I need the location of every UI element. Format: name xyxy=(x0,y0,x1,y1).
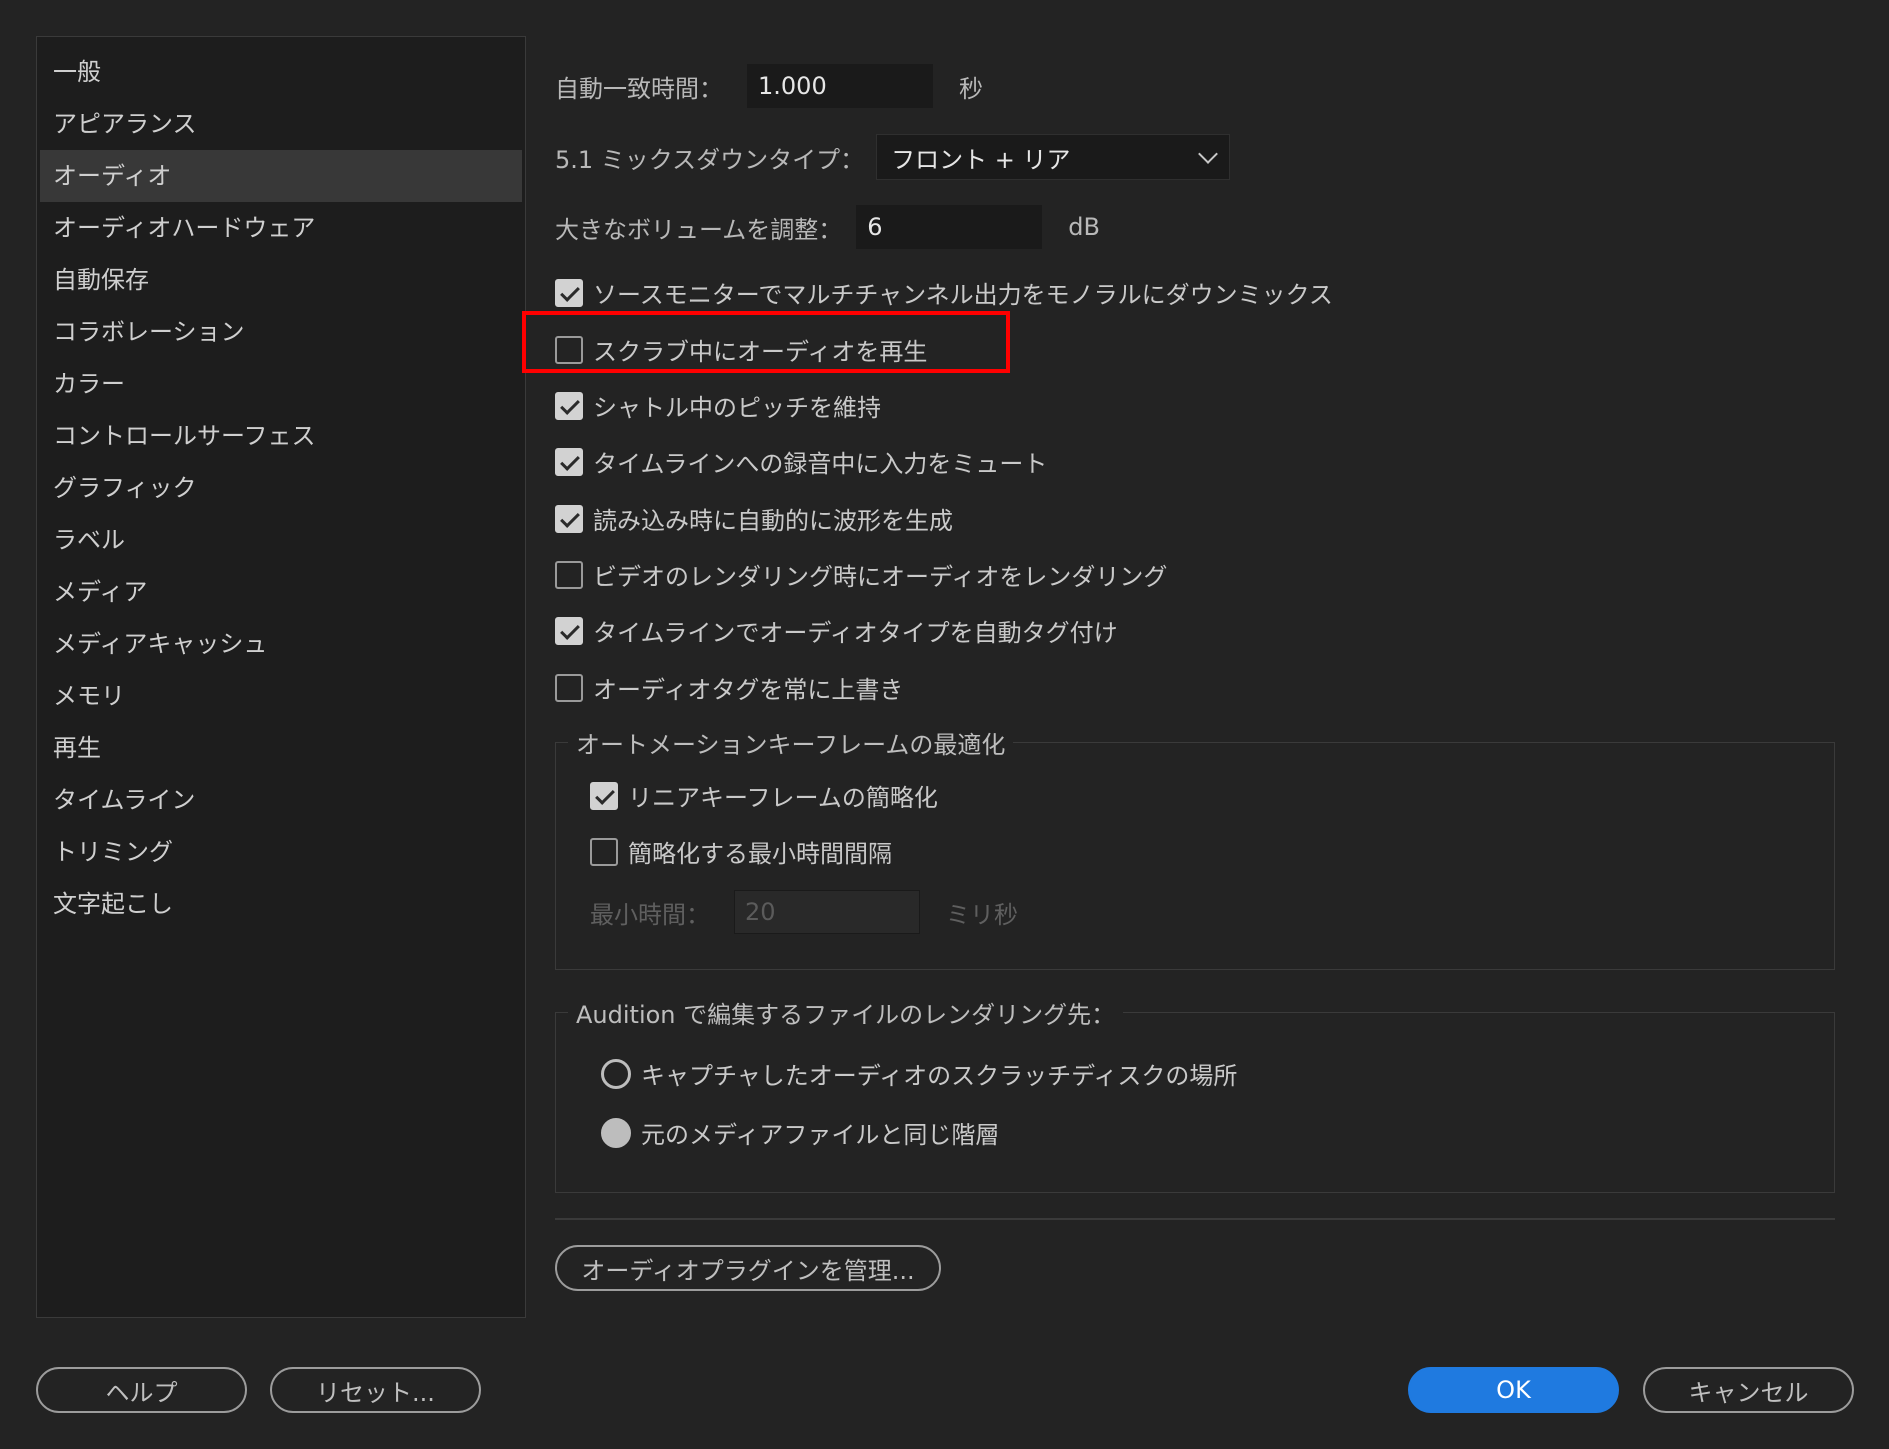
checkbox-checked-icon[interactable] xyxy=(590,781,618,810)
radio-label: 元のメディアファイルと同じ階層 xyxy=(641,1121,1000,1149)
auto-match-label: 自動一致時間： xyxy=(555,74,723,103)
sidebar-item-audio[interactable]: オーディオ xyxy=(40,150,522,202)
automation-group-title: オートメーションキーフレームの最適化 xyxy=(576,731,1006,759)
checkbox-label: シャトル中のピッチを維持 xyxy=(593,394,881,422)
min-time-input: 20 xyxy=(734,890,920,934)
mixdown-selected-value: フロント + リア xyxy=(891,145,1071,174)
sidebar-item-timeline[interactable]: タイムライン xyxy=(40,774,522,826)
checkbox-checked-icon[interactable] xyxy=(555,278,583,307)
manage-audio-plugins-button[interactable]: オーディオプラグインを管理... xyxy=(555,1245,941,1291)
ok-button[interactable]: OK xyxy=(1408,1367,1619,1413)
sidebar-item-color[interactable]: カラー xyxy=(40,358,522,410)
sidebar-item-media[interactable]: メディア xyxy=(40,566,522,618)
mixdown-select[interactable]: フロント + リア xyxy=(876,134,1231,180)
checkbox-label: オーディオタグを常に上書き xyxy=(593,676,904,704)
auto-match-unit: 秒 xyxy=(959,74,983,103)
checkbox-label: 読み込み時に自動的に波形を生成 xyxy=(593,507,953,535)
min-time-label: 最小時間： xyxy=(590,900,710,929)
radio-scratch-disk[interactable]: キャプチャしたオーディオのスクラッチディスクの場所 xyxy=(601,1056,1237,1091)
checkbox-checked-icon[interactable] xyxy=(555,447,583,476)
audition-render-group: Audition で編集するファイルのレンダリング先： xyxy=(555,995,1835,1193)
checkbox-label: タイムラインへの録音中に入力をミュート xyxy=(593,450,1048,478)
checkbox-label: リニアキーフレームの簡略化 xyxy=(628,784,938,812)
checkbox-unchecked-icon[interactable] xyxy=(555,673,583,702)
loud-volume-unit: dB xyxy=(1068,213,1100,241)
checkbox-generate-waveforms[interactable]: 読み込み時に自動的に波形を生成 xyxy=(555,501,953,536)
sidebar-item-control-surface[interactable]: コントロールサーフェス xyxy=(40,410,522,462)
sidebar-item-appearance[interactable]: アピアランス xyxy=(40,98,522,150)
checkbox-auto-tag[interactable]: タイムラインでオーディオタイプを自動タグ付け xyxy=(555,613,1118,648)
loud-volume-row: 大きなボリュームを調整： 6 dB xyxy=(555,205,1100,249)
sidebar-item-general[interactable]: 一般 xyxy=(40,46,522,98)
sidebar-item-graphics[interactable]: グラフィック xyxy=(40,462,522,514)
checkbox-linear-keyframe[interactable]: リニアキーフレームの簡略化 xyxy=(590,778,938,813)
chevron-down-icon xyxy=(1198,144,1218,164)
checkbox-render-audio[interactable]: ビデオのレンダリング時にオーディオをレンダリング xyxy=(555,557,1167,592)
radio-filled-icon[interactable] xyxy=(601,1117,631,1148)
loud-volume-input[interactable]: 6 xyxy=(856,205,1043,249)
checkbox-checked-icon[interactable] xyxy=(555,616,583,645)
sidebar-item-playback[interactable]: 再生 xyxy=(40,722,522,774)
audition-group-title: Audition で編集するファイルのレンダリング先： xyxy=(576,1001,1116,1029)
sidebar-item-labels[interactable]: ラベル xyxy=(40,514,522,566)
checkbox-mute-input[interactable]: タイムラインへの録音中に入力をミュート xyxy=(555,444,1047,479)
sidebar-item-transcription[interactable]: 文字起こし xyxy=(40,878,522,930)
checkbox-label: ソースモニターでマルチチャンネル出力をモノラルにダウンミックス xyxy=(593,281,1333,309)
sidebar-item-media-cache[interactable]: メディアキャッシュ xyxy=(40,618,522,670)
min-time-unit: ミリ秒 xyxy=(946,900,1018,929)
sidebar-item-trimming[interactable]: トリミング xyxy=(40,826,522,878)
reset-button[interactable]: リセット... xyxy=(270,1367,481,1413)
checkbox-checked-icon[interactable] xyxy=(555,391,583,420)
checkbox-label: タイムラインでオーディオタイプを自動タグ付け xyxy=(593,619,1118,647)
checkbox-label: ビデオのレンダリング時にオーディオをレンダリング xyxy=(593,563,1168,591)
checkbox-overwrite-tags[interactable]: オーディオタグを常に上書き xyxy=(555,670,903,705)
section-divider xyxy=(555,1218,1835,1220)
help-button[interactable]: ヘルプ xyxy=(36,1367,247,1413)
radio-label: キャプチャしたオーディオのスクラッチディスクの場所 xyxy=(641,1062,1238,1090)
preferences-category-list: 一般 アピアランス オーディオ オーディオハードウェア 自動保存 コラボレーショ… xyxy=(36,36,526,1318)
checkbox-downmix-mono[interactable]: ソースモニターでマルチチャンネル出力をモノラルにダウンミックス xyxy=(555,275,1333,310)
checkbox-maintain-pitch[interactable]: シャトル中のピッチを維持 xyxy=(555,388,881,423)
sidebar-item-auto-save[interactable]: 自動保存 xyxy=(40,254,522,306)
loud-volume-label: 大きなボリュームを調整： xyxy=(555,215,843,244)
min-time-row: 最小時間： 20 ミリ秒 xyxy=(590,890,1018,934)
checkbox-unchecked-icon[interactable] xyxy=(590,837,618,866)
cancel-button[interactable]: キャンセル xyxy=(1643,1367,1854,1413)
sidebar-item-audio-hardware[interactable]: オーディオハードウェア xyxy=(40,202,522,254)
mixdown-label: 5.1 ミックスダウンタイプ： xyxy=(555,145,865,174)
mixdown-row: 5.1 ミックスダウンタイプ： フロント + リア xyxy=(555,134,1231,180)
radio-same-as-media[interactable]: 元のメディアファイルと同じ階層 xyxy=(601,1115,999,1150)
sidebar-item-memory[interactable]: メモリ xyxy=(40,670,522,722)
auto-match-row: 自動一致時間： 1.000 秒 xyxy=(555,64,983,108)
highlight-box xyxy=(522,311,1010,373)
sidebar-item-collaboration[interactable]: コラボレーション xyxy=(40,306,522,358)
radio-empty-icon[interactable] xyxy=(601,1058,631,1089)
checkbox-label: 簡略化する最小時間間隔 xyxy=(628,840,892,868)
checkbox-min-interval[interactable]: 簡略化する最小時間間隔 xyxy=(590,834,892,869)
checkbox-checked-icon[interactable] xyxy=(555,504,583,533)
checkbox-unchecked-icon[interactable] xyxy=(555,560,583,589)
auto-match-input[interactable]: 1.000 xyxy=(747,64,933,108)
